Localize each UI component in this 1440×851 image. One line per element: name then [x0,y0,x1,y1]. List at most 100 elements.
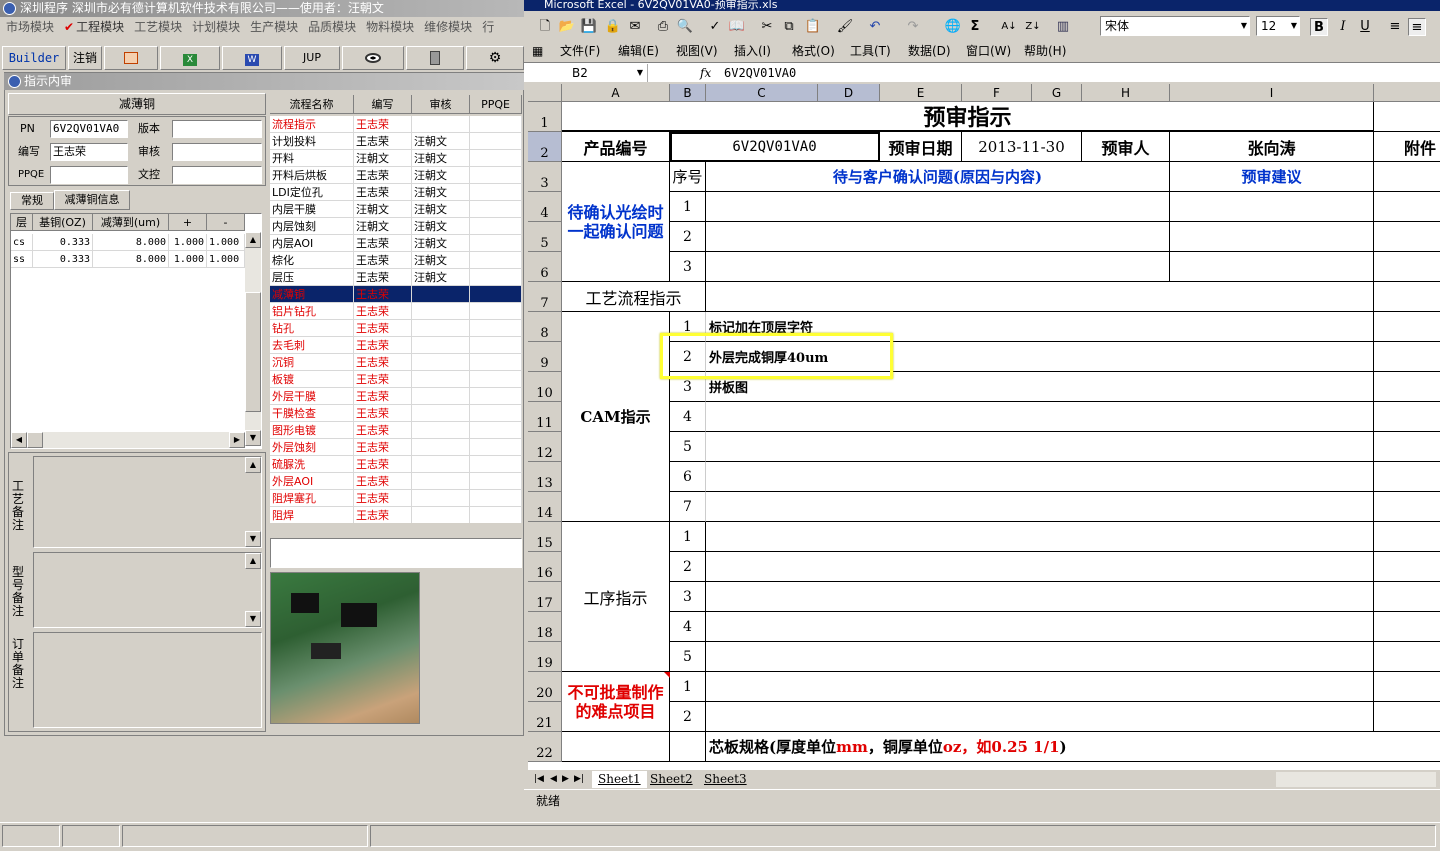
sort-desc-icon[interactable]: Z↓ [1024,18,1042,36]
step-item-1[interactable] [706,522,1374,552]
table-row[interactable]: 棕化 王志荣 汪朝文 [270,252,522,269]
table-row[interactable]: 层压 王志荣 汪朝文 [270,269,522,286]
menu-process[interactable]: 工艺模块 [134,20,182,34]
control-field[interactable] [172,166,262,184]
table-row[interactable]: 板镀 王志荣 [270,371,522,388]
row-header-6[interactable]: 6 [528,252,562,282]
table-row[interactable]: 开料后烘板 王志荣 汪朝文 [270,167,522,184]
col-layer[interactable]: 层 [11,214,33,231]
research-icon[interactable]: 📖 [728,18,746,36]
table-row[interactable]: 计划投料 王志荣 汪朝文 [270,133,522,150]
version-field[interactable] [172,120,262,138]
row-header-11[interactable]: 11 [528,402,562,432]
attachment-label[interactable]: 附件 [1374,132,1440,162]
row-header-8[interactable]: 8 [528,312,562,342]
row-header-1[interactable]: 1 [528,102,562,132]
review-suggest-label[interactable]: 预审建议 [1170,162,1374,192]
col-header-j[interactable] [1374,84,1440,102]
table-row[interactable]: 阻焊 王志荣 [270,507,522,523]
underline-icon[interactable]: U [1356,18,1374,36]
row-header-2[interactable]: 2 [528,132,562,162]
seq-label[interactable]: 序号 [670,162,706,192]
table-row[interactable]: 内层蚀刻 汪朝文 汪朝文 [270,218,522,235]
row-header-4[interactable]: 4 [528,192,562,222]
sheet-title[interactable]: 预审指示 [562,102,1374,132]
row-header-14[interactable]: 14 [528,492,562,522]
row-header-7[interactable]: 7 [528,282,562,312]
pn-field[interactable]: 6V2QV01VA0 [50,120,128,138]
cam-item-4[interactable] [706,402,1374,432]
step-label[interactable]: 工序指示 [562,522,670,672]
sheet-tab-3[interactable]: Sheet3 [700,771,751,788]
scroll-up-icon[interactable]: ▲ [245,232,261,248]
sort-asc-icon[interactable]: A↓ [1000,18,1018,36]
confirm-issues-label[interactable]: 待与客户确认问题(原因与内容) [706,162,1170,192]
last-sheet-icon[interactable]: ▶| [574,771,584,788]
sheet-tab-1[interactable]: Sheet1 [592,771,647,788]
row-header-20[interactable]: 20 [528,672,562,702]
email-icon[interactable]: ✉ [626,18,644,36]
order-remark-field[interactable] [33,632,262,728]
col-review[interactable]: 审核 [412,95,470,114]
row-header-10[interactable]: 10 [528,372,562,402]
redo-icon[interactable]: ↷ [904,18,922,36]
cam-item-6[interactable] [706,462,1374,492]
cam-label[interactable]: CAM指示 [562,312,670,522]
hard-item-1[interactable] [706,672,1374,702]
menu-more[interactable]: 行 [482,20,494,34]
pending-num-2[interactable]: 2 [670,222,706,252]
col-header-h[interactable]: H [1082,84,1170,102]
logout-button[interactable]: 注销 [68,46,102,70]
font-name-select[interactable]: 宋体 ▼ [1100,16,1250,36]
pending-issue-3[interactable] [706,252,1170,282]
cam-num-4[interactable]: 4 [670,402,706,432]
prev-sheet-icon[interactable]: ◀ [550,771,557,788]
pending-issue-2[interactable] [706,222,1170,252]
col-base-copper[interactable]: 基铜(OZ) [33,214,93,231]
cam-num-6[interactable]: 6 [670,462,706,492]
cell-j5[interactable] [1374,222,1440,252]
function-icon[interactable]: fx [700,64,711,82]
align-left-icon[interactable]: ≡ [1386,18,1404,36]
hard-item-2[interactable] [706,702,1374,732]
table-row[interactable]: 外层干膜 王志荣 [270,388,522,405]
menu-production[interactable]: 生产模块 [250,20,298,34]
builder-button[interactable]: Builder [2,46,66,70]
undo-icon[interactable]: ↶ [866,18,884,36]
scroll-down-icon[interactable]: ▼ [245,430,261,446]
cell-j18[interactable] [1374,612,1440,642]
scroll-up-icon[interactable]: ▲ [245,553,261,569]
row-header-5[interactable]: 5 [528,222,562,252]
ppqe-field[interactable] [50,166,128,184]
menu-maintenance[interactable]: 维修模块 [424,20,472,34]
cell-j16[interactable] [1374,552,1440,582]
format-painter-icon[interactable]: 🖌 [836,18,854,36]
step-num-3[interactable]: 3 [670,582,706,612]
word-export-button[interactable]: W [222,46,282,70]
step-num-2[interactable]: 2 [670,552,706,582]
cam-item-7[interactable] [706,492,1374,522]
pending-issue-1[interactable] [706,192,1170,222]
scroll-down-icon[interactable]: ▼ [245,611,261,627]
cell-j21[interactable] [1374,702,1440,732]
reviewer-label[interactable]: 预审人 [1082,132,1170,162]
cell-j4[interactable] [1374,192,1440,222]
table-row[interactable]: ss 0.333 8.000 1.000 1.000 [11,251,261,268]
menu-file[interactable]: 文件(F) [560,41,600,61]
new-file-icon[interactable]: 🗋 [536,18,554,36]
first-sheet-icon[interactable]: |◀ [534,771,544,788]
pending-num-3[interactable]: 3 [670,252,706,282]
row-header-9[interactable]: 9 [528,342,562,372]
scroll-up-icon[interactable]: ▲ [245,457,261,473]
scroll-down-icon[interactable]: ▼ [245,531,261,547]
cell-j10[interactable] [1374,372,1440,402]
open-folder-icon[interactable]: 📂 [558,18,576,36]
name-box[interactable]: B2 ▼ [528,64,648,82]
model-remark-field[interactable]: ▲ ▼ [33,552,262,628]
settings-button[interactable]: ⚙ [466,46,524,70]
jup-button[interactable]: JUP [284,46,340,70]
cell-j12[interactable] [1374,432,1440,462]
cell-j11[interactable] [1374,402,1440,432]
row-header-15[interactable]: 15 [528,522,562,552]
pending-suggest-2[interactable] [1170,222,1374,252]
